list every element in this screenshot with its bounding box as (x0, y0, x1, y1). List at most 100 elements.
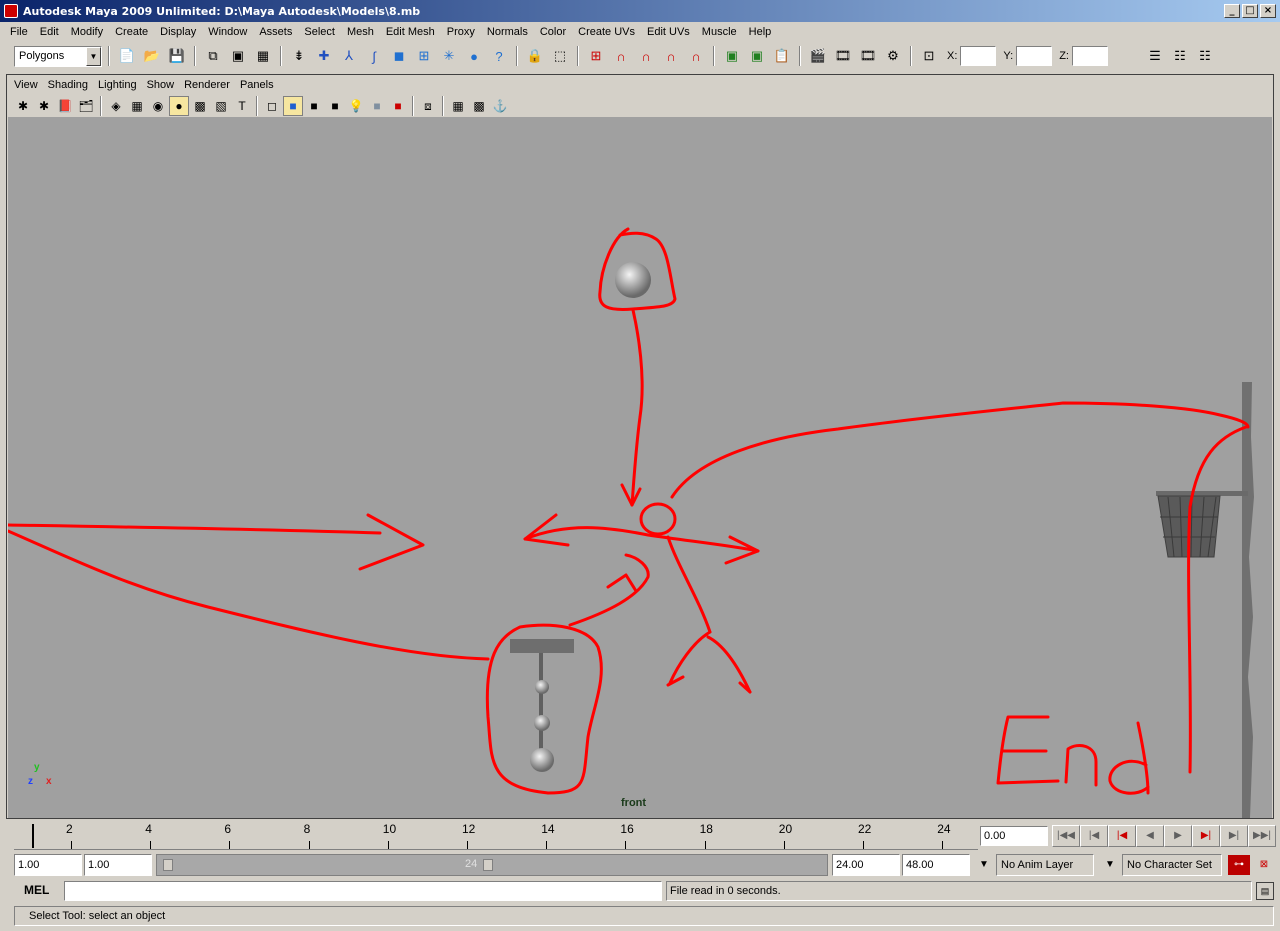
input-box-icon[interactable]: ⊡ (918, 45, 940, 67)
menu-create-uvs[interactable]: Create UVs (572, 26, 641, 38)
select-handles-icon[interactable]: ✚ (313, 45, 335, 67)
menu-mesh[interactable]: Mesh (341, 26, 380, 38)
step-forward-frame-button[interactable]: ▶| (1220, 825, 1248, 847)
playback-start-field[interactable]: 1.00 (84, 854, 152, 876)
menu-set-dropdown[interactable]: Polygons ▼ (14, 45, 102, 67)
close-button[interactable]: × (1260, 4, 1276, 18)
menu-color[interactable]: Color (534, 26, 572, 38)
minimize-button[interactable]: _ (1224, 4, 1240, 18)
isolate-select-icon[interactable]: ⧈ (418, 96, 438, 116)
history-icon[interactable]: 📋 (771, 45, 793, 67)
shadows-icon[interactable]: ■ (367, 96, 387, 116)
select-object-icon[interactable]: ▣ (227, 45, 249, 67)
make-live-icon[interactable]: ∩ (685, 45, 707, 67)
menu-select[interactable]: Select (298, 26, 341, 38)
smooth-shade-icon[interactable]: ■ (283, 96, 303, 116)
select-joints-icon[interactable]: ⅄ (338, 45, 360, 67)
channel-box-icon[interactable]: ☷ (1194, 45, 1216, 67)
select-component-icon[interactable]: ▦ (252, 45, 274, 67)
menu-modify[interactable]: Modify (65, 26, 109, 38)
step-back-frame-button[interactable]: |◀ (1080, 825, 1108, 847)
select-dynamics-icon[interactable]: ✳ (438, 45, 460, 67)
panel-menu-panels[interactable]: Panels (235, 79, 279, 91)
menu-proxy[interactable]: Proxy (441, 26, 481, 38)
y-field[interactable] (1016, 46, 1053, 66)
step-forward-key-button[interactable]: ▶| (1192, 825, 1220, 847)
menu-edit[interactable]: Edit (34, 26, 65, 38)
save-scene-icon[interactable]: 💾 (166, 45, 188, 67)
wireframe-icon[interactable]: ◻ (262, 96, 282, 116)
menu-normals[interactable]: Normals (481, 26, 534, 38)
end-time-field[interactable]: 48.00 (902, 854, 970, 876)
open-scene-icon[interactable]: 📂 (141, 45, 163, 67)
select-hierarchy-icon[interactable]: ⧉ (202, 45, 224, 67)
attribute-editor-icon[interactable]: ☰ (1144, 45, 1166, 67)
bookmarks-icon[interactable]: 📕 (55, 96, 75, 116)
construction-history-icon[interactable]: ▣ (746, 45, 768, 67)
auto-key-icon[interactable]: ⊶ (1228, 855, 1250, 875)
start-time-field[interactable]: 1.00 (14, 854, 82, 876)
tool-settings-icon[interactable]: ☷ (1169, 45, 1191, 67)
play-forwards-button[interactable]: ▶ (1164, 825, 1192, 847)
highlight-selection-icon[interactable]: ⬚ (549, 45, 571, 67)
snap-to-points-icon[interactable]: ∩ (635, 45, 657, 67)
select-rendering-icon[interactable]: ● (463, 45, 485, 67)
menu-edit-uvs[interactable]: Edit UVs (641, 26, 696, 38)
use-all-lights-icon[interactable]: 💡 (346, 96, 366, 116)
panel-menu-renderer[interactable]: Renderer (179, 79, 235, 91)
menu-file[interactable]: File (4, 26, 34, 38)
new-scene-icon[interactable]: 📄 (116, 45, 138, 67)
range-end-handle[interactable] (483, 859, 493, 871)
go-to-end-button[interactable]: ▶▶| (1248, 825, 1276, 847)
select-deformations-icon[interactable]: ⊞ (413, 45, 435, 67)
step-back-key-button[interactable]: |◀ (1108, 825, 1136, 847)
render-view-icon[interactable]: 🎬 (807, 45, 829, 67)
menu-display[interactable]: Display (154, 26, 202, 38)
z-field[interactable] (1071, 46, 1108, 66)
resolution-gate-icon[interactable]: ◉ (148, 96, 168, 116)
time-ruler[interactable]: 2 4 6 8 10 12 14 16 18 20 22 24 (14, 822, 978, 850)
maximize-button[interactable]: □ (1242, 4, 1258, 18)
mel-label[interactable]: MEL (24, 883, 49, 897)
grid-icon[interactable]: ◈ (106, 96, 126, 116)
snap-to-grids-icon[interactable]: ⊞ (585, 45, 607, 67)
select-misc-icon[interactable]: ? (488, 45, 510, 67)
render-current-frame-icon[interactable]: 🎞 (832, 45, 854, 67)
snap-to-view-planes-icon[interactable]: ∩ (660, 45, 682, 67)
character-set-field[interactable]: No Character Set (1122, 854, 1222, 876)
range-start-handle[interactable] (163, 859, 173, 871)
menu-help[interactable]: Help (743, 26, 778, 38)
image-plane-icon[interactable]: 🗂 (76, 96, 96, 116)
menu-assets[interactable]: Assets (253, 26, 298, 38)
menu-create[interactable]: Create (109, 26, 154, 38)
menu-window[interactable]: Window (202, 26, 253, 38)
camera-attributes-icon[interactable]: ✱ (34, 96, 54, 116)
menu-muscle[interactable]: Muscle (696, 26, 743, 38)
field-chart-icon[interactable]: ▩ (190, 96, 210, 116)
select-curves-icon[interactable]: ∫ (363, 45, 385, 67)
safe-action-icon[interactable]: ▧ (211, 96, 231, 116)
xray-active-components-icon[interactable]: ⚓ (490, 96, 510, 116)
render-settings-icon[interactable]: ⚙ (882, 45, 904, 67)
command-input[interactable] (64, 881, 662, 901)
playback-end-field[interactable]: 24.00 (832, 854, 900, 876)
gate-mask-icon[interactable]: ● (169, 96, 189, 116)
ipr-render-icon[interactable]: 🎞 (857, 45, 879, 67)
current-time-marker[interactable] (32, 824, 34, 848)
anim-layer-field[interactable]: No Anim Layer (996, 854, 1094, 876)
anim-layer-dropdown-icon[interactable]: ▼ (972, 854, 996, 876)
panel-menu-show[interactable]: Show (142, 79, 180, 91)
input-output-icon[interactable]: ▣ (721, 45, 743, 67)
select-camera-icon[interactable]: ✱ (13, 96, 33, 116)
panel-menu-lighting[interactable]: Lighting (93, 79, 142, 91)
film-gate-icon[interactable]: ▦ (127, 96, 147, 116)
xray-icon[interactable]: ▦ (448, 96, 468, 116)
hardware-texturing-icon[interactable]: ■ (388, 96, 408, 116)
animation-preferences-icon[interactable]: ⊠ (1252, 854, 1276, 876)
textured-icon[interactable]: ■ (325, 96, 345, 116)
character-set-dropdown-icon[interactable]: ▼ (1098, 854, 1122, 876)
mask-all-icon[interactable]: ⇟ (288, 45, 310, 67)
panel-menu-view[interactable]: View (9, 79, 43, 91)
x-field[interactable] (960, 46, 997, 66)
xray-joints-icon[interactable]: ▩ (469, 96, 489, 116)
